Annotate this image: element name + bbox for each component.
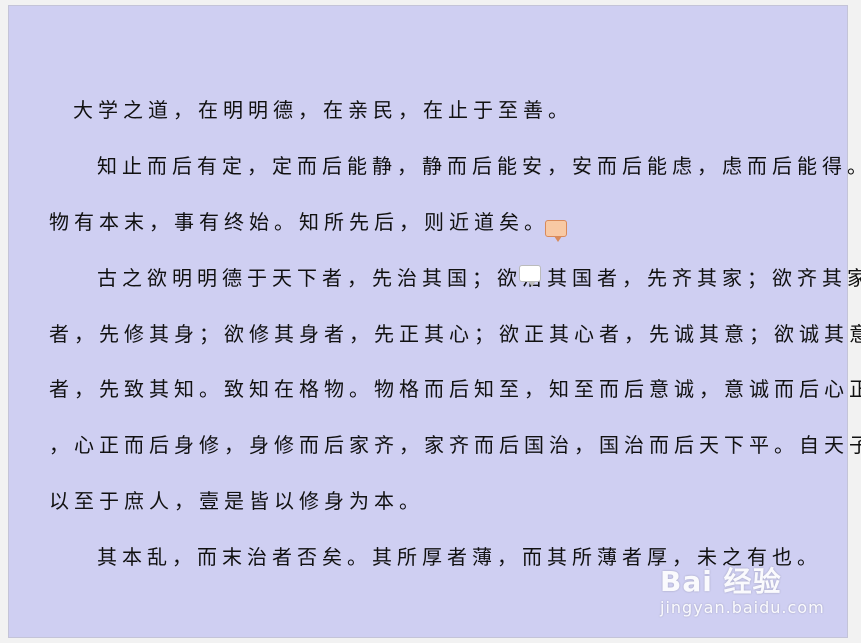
text-line-7: ，心正而后身修，身修而后家齐，家齐而后国治，国治而后天下平。自天子: [49, 433, 861, 457]
text-line-5: 者，先修其身；欲修其身者，先正其心；欲正其心者，先诚其意；欲诚其意: [49, 322, 861, 346]
text-line-3: 物有本末，事有终始。知所先后，则近道矣。: [49, 210, 549, 234]
text-line-1: 大学之道，在明明德，在亲民，在止于至善。: [73, 98, 573, 122]
text-line-4: 古之欲明明德于天下者，先治其国；欲治其国者，先齐其家；欲齐其家: [97, 266, 861, 290]
comment-icon[interactable]: [545, 220, 567, 242]
document-page: 大学之道，在明明德，在亲民，在止于至善。 知止而后有定，定而后能静，静而后能安，…: [8, 5, 861, 638]
text-line-2: 知止而后有定，定而后能静，静而后能安，安而后能虑，虑而后能得。: [97, 154, 861, 178]
baidu-jingyan-watermark: Bai 经验 jingyan.baidu.com: [660, 566, 825, 618]
text-line-6: 者，先致其知。致知在格物。物格而后知至，知至而后意诚，意诚而后心正: [49, 377, 861, 401]
watermark-logo: Bai 经验: [660, 565, 782, 598]
watermark-site: jingyan.baidu.com: [660, 598, 825, 617]
text-line-8: 以至于庶人，壹是皆以修身为本。: [49, 489, 424, 513]
comment-icon-selected[interactable]: [519, 265, 541, 287]
